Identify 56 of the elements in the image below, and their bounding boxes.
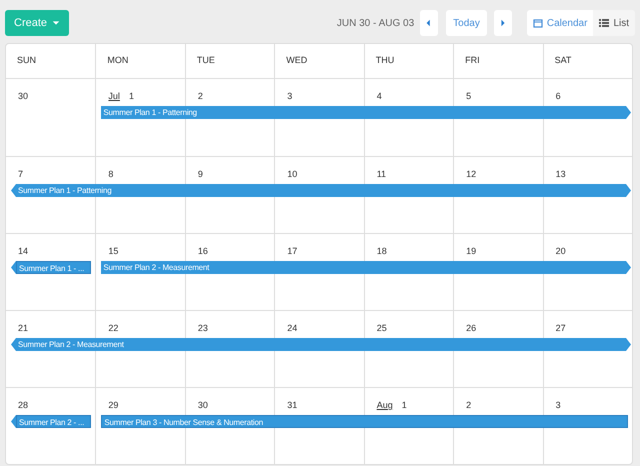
- day-number: 1: [128, 90, 134, 103]
- weekday-header: FRI: [465, 54, 480, 68]
- day-number: 29: [108, 399, 118, 412]
- weekday-header: THU: [376, 54, 394, 68]
- day-number: 5: [466, 90, 472, 103]
- day-number: 30: [198, 399, 208, 412]
- day-number: 4: [376, 90, 382, 103]
- view-tab[interactable]: Calendar: [526, 10, 594, 36]
- caret-icon: [52, 19, 60, 27]
- next-button[interactable]: [494, 10, 512, 36]
- day-number: 10: [287, 168, 298, 181]
- day-number: 12: [466, 168, 476, 181]
- day-number: 26: [466, 322, 476, 335]
- day-number: 2: [466, 399, 472, 412]
- caret-right-icon: [498, 19, 507, 27]
- day-number: 11: [376, 168, 386, 181]
- day-number: 15: [108, 245, 118, 258]
- day-number: 30: [18, 90, 28, 103]
- day-number: 24: [287, 322, 298, 335]
- day-number: 8: [108, 168, 114, 181]
- weekday-header: SAT: [554, 54, 572, 68]
- month-label: Aug: [376, 399, 393, 412]
- weekday-header: MON: [107, 54, 128, 68]
- day-number: 18: [376, 245, 387, 258]
- weekday-header: WED: [286, 54, 308, 68]
- list-icon: [599, 18, 610, 28]
- day-number: 20: [556, 245, 566, 258]
- day-number: 14: [18, 245, 28, 258]
- day-number: 1: [402, 399, 407, 412]
- day-number: 13: [556, 168, 566, 181]
- previous-button[interactable]: [420, 10, 438, 36]
- day-number: 22: [108, 322, 118, 335]
- date-range: JUN 30 - AUG 03: [336, 16, 414, 30]
- day-number: 3: [556, 399, 561, 412]
- day-number: 23: [198, 322, 208, 335]
- day-number: 25: [376, 322, 387, 335]
- day-number: 19: [466, 245, 476, 258]
- day-number: 28: [18, 399, 28, 412]
- weekday-header: TUE: [196, 54, 215, 68]
- day-number: 7: [18, 168, 24, 181]
- day-number: 21: [18, 322, 28, 335]
- day-number: 31: [287, 399, 298, 412]
- day-number: 17: [287, 245, 298, 258]
- month-label: Jul: [108, 90, 120, 103]
- day-number: 2: [198, 90, 203, 103]
- weekday-header: SUN: [17, 54, 36, 68]
- day-number: 27: [556, 322, 566, 335]
- day-number: 3: [287, 90, 292, 103]
- day-number: 6: [556, 90, 561, 103]
- view-tab[interactable]: List: [593, 10, 635, 36]
- day-number: 9: [198, 168, 203, 181]
- create-button[interactable]: Create: [5, 10, 70, 36]
- today-button[interactable]: Today: [446, 10, 487, 36]
- event-bar[interactable]: Summer Plan 3 - Number Sense & Numeration: [101, 415, 628, 428]
- calendar-icon: [532, 18, 543, 28]
- day-number: 16: [198, 245, 208, 258]
